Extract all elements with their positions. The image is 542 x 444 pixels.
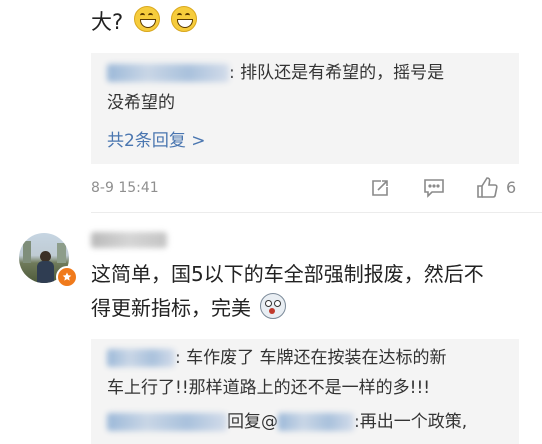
comment-body-line2-text: 得更新指标，完美 — [91, 296, 251, 320]
comment-timestamp: 8-9 15:41 — [91, 180, 159, 196]
verified-badge-icon — [56, 266, 78, 288]
blurred-username[interactable] — [107, 349, 175, 367]
reply-to-label: 回复@ — [227, 412, 278, 432]
share-icon — [372, 180, 388, 196]
reply-preview-box[interactable]: : 排队还是有希望的，摇号是 没希望的 共2条回复 > — [91, 53, 519, 164]
blurred-username[interactable] — [107, 64, 229, 82]
thumbs-up-icon — [477, 177, 498, 198]
grin-emoji-icon — [133, 6, 160, 32]
reply-text: :再出一个政策, — [354, 412, 468, 432]
like-count: 6 — [506, 178, 517, 197]
comment-text-tail-label: 大? — [91, 10, 124, 34]
reply-preview-line: 回复@ :再出一个政策, — [107, 407, 517, 437]
reply-preview-box[interactable]: : 车作废了 车牌还在按装在达标的新 车上行了!!那样道路上的还不是一样的多!!… — [91, 339, 519, 444]
shocked-emoji-icon — [260, 293, 287, 319]
blurred-username[interactable] — [278, 413, 354, 431]
reply-text: : 车作废了 车牌还在按装在达标的新 — [175, 348, 447, 368]
comment-body-line1: 这简单，国5以下的车全部强制报废，然后不 — [91, 262, 484, 286]
comment-body-line2: 得更新指标，完美 — [91, 291, 531, 325]
reply-preview-line: : 排队还是有希望的，摇号是 — [107, 58, 507, 88]
blurred-username[interactable] — [107, 413, 227, 431]
like-button[interactable] — [474, 175, 500, 201]
blurred-username[interactable] — [91, 232, 167, 248]
grin-emoji-icon — [170, 6, 197, 32]
more-replies-link[interactable]: 共2条回复 > — [107, 126, 205, 151]
reply-text: : 排队还是有希望的，摇号是 — [229, 63, 445, 83]
comment-divider — [91, 212, 542, 213]
comment-body: 这简单，国5以下的车全部强制报废，然后不 得更新指标，完美 — [91, 257, 531, 325]
reply-text-continued: 没希望的 — [107, 93, 175, 113]
comment-text-tail: 大? — [91, 6, 197, 37]
reply-button[interactable] — [422, 176, 446, 200]
share-button[interactable] — [368, 176, 392, 200]
reply-text-continued: 车上行了!!那样道路上的还不是一样的多!!! — [107, 378, 431, 398]
comment-icon — [424, 179, 444, 198]
reply-preview-line: : 车作废了 车牌还在按装在达标的新 — [107, 343, 517, 373]
